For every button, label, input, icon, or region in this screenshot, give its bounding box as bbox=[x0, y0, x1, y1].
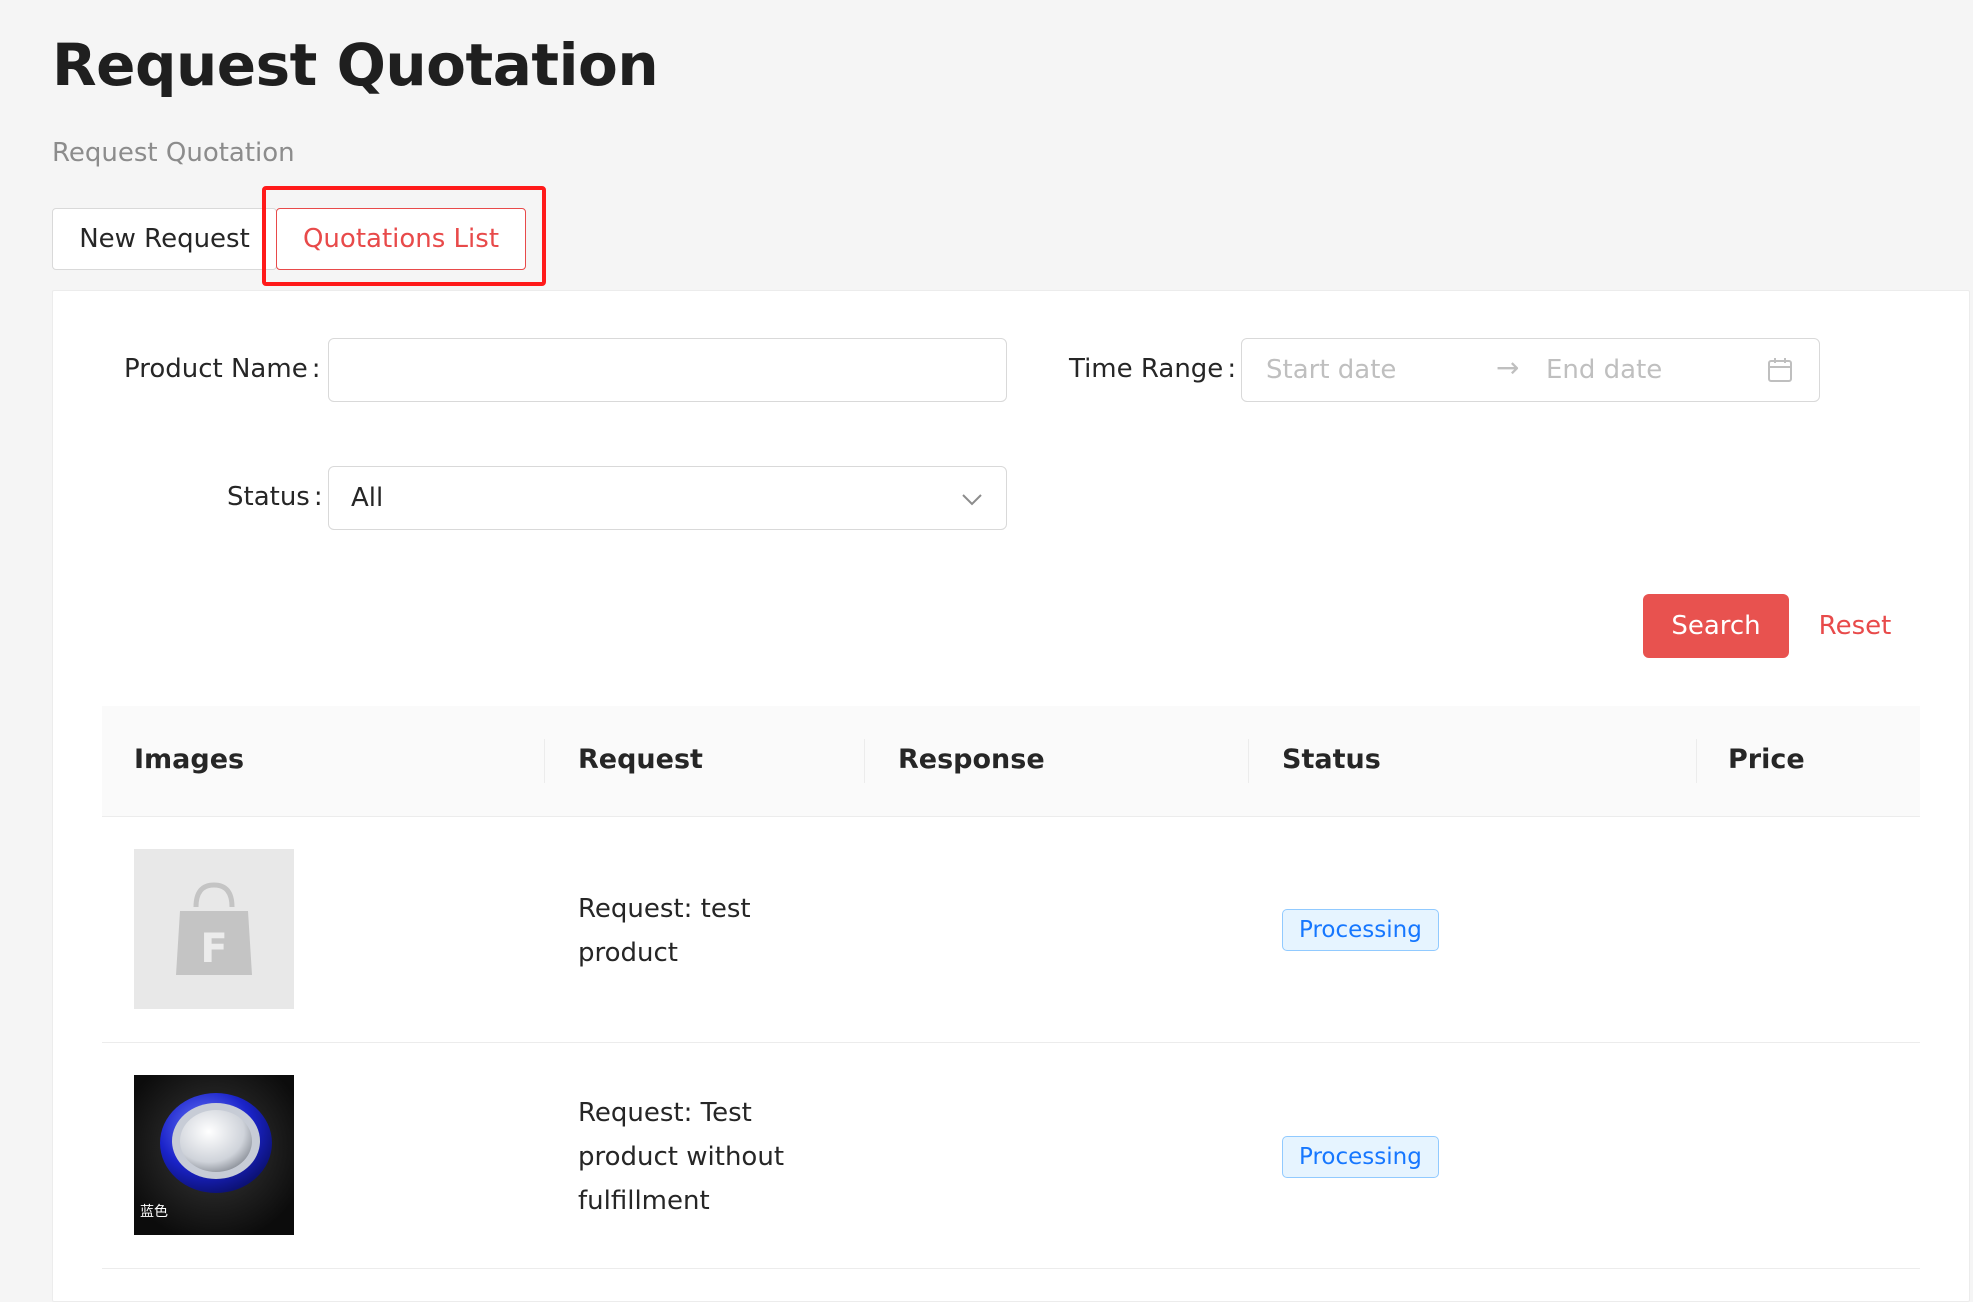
column-header-response: Response bbox=[898, 744, 1045, 775]
column-divider bbox=[1696, 739, 1697, 783]
tab-new-request[interactable]: New Request bbox=[52, 208, 277, 270]
table-row: 蓝色 Request: Test product without fulfill… bbox=[102, 1043, 1920, 1269]
chevron-down-icon bbox=[962, 494, 982, 506]
svg-text:F: F bbox=[200, 926, 227, 972]
product-image-placeholder: F bbox=[134, 849, 294, 1009]
column-divider bbox=[544, 739, 545, 783]
breadcrumb: Request Quotation bbox=[52, 138, 295, 168]
product-name-input[interactable] bbox=[328, 338, 1007, 402]
column-header-price: Price bbox=[1728, 744, 1805, 775]
shopping-bag-icon: F bbox=[176, 882, 252, 975]
column-header-request: Request bbox=[578, 744, 703, 775]
end-date-input[interactable]: End date bbox=[1546, 355, 1662, 385]
table-row: F Request: test product Processing bbox=[102, 817, 1920, 1043]
product-name-label: Product Name: bbox=[124, 354, 321, 384]
status-label: Status: bbox=[227, 482, 323, 512]
column-divider bbox=[864, 739, 865, 783]
reset-button[interactable]: Reset bbox=[1810, 594, 1900, 658]
column-header-status: Status bbox=[1282, 744, 1381, 775]
quotations-table: Images Request Response Status Price F R… bbox=[102, 706, 1920, 1269]
request-cell: Request: test product bbox=[578, 894, 751, 968]
status-select[interactable]: All bbox=[328, 466, 1007, 530]
calendar-icon[interactable] bbox=[1767, 357, 1793, 383]
status-select-value: All bbox=[351, 483, 384, 513]
column-divider bbox=[1248, 739, 1249, 783]
page-title: Request Quotation bbox=[52, 31, 659, 99]
table-header: Images Request Response Status Price bbox=[102, 706, 1920, 817]
request-cell: Request: Test product without fulfillmen… bbox=[578, 1098, 785, 1216]
date-range-picker[interactable]: Start date → End date bbox=[1241, 338, 1820, 402]
status-badge: Processing bbox=[1282, 909, 1439, 951]
product-image: 蓝色 bbox=[134, 1075, 294, 1235]
status-badge: Processing bbox=[1282, 1136, 1439, 1178]
start-date-input[interactable]: Start date bbox=[1266, 355, 1396, 385]
time-range-label: Time Range: bbox=[1069, 354, 1237, 384]
arrow-right-icon: → bbox=[1496, 351, 1520, 384]
tab-quotations-list[interactable]: Quotations List bbox=[276, 208, 526, 270]
column-header-images: Images bbox=[134, 744, 245, 775]
image-caption: 蓝色 bbox=[140, 1204, 168, 1220]
search-button[interactable]: Search bbox=[1643, 594, 1789, 658]
